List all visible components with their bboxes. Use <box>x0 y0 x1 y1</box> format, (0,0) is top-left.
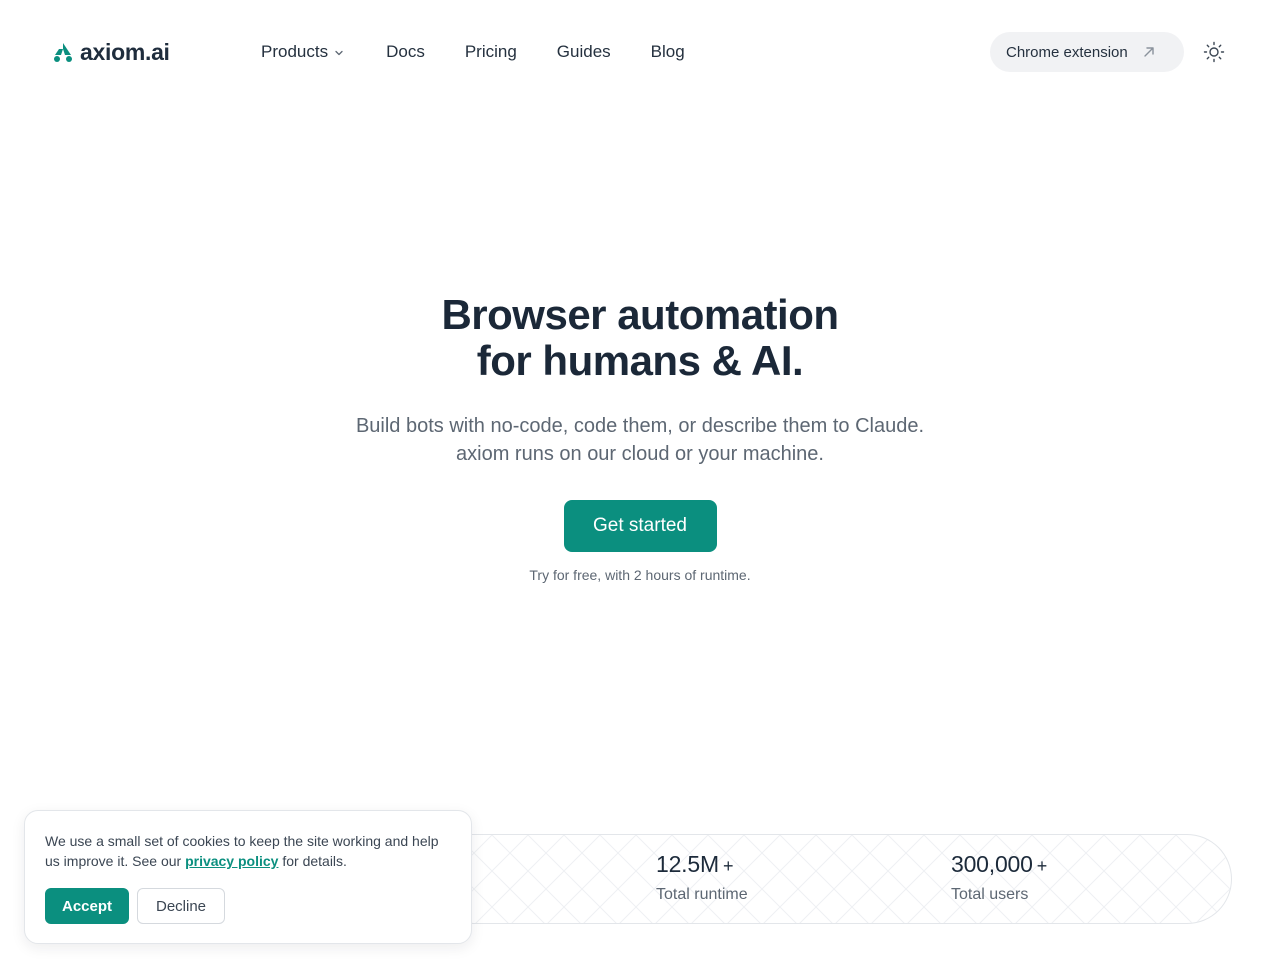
external-arrow-icon <box>1144 47 1154 57</box>
cta-note: Try for free, with 2 hours of runtime. <box>529 567 751 583</box>
axiom-logo-icon <box>54 43 72 62</box>
chrome-extension-label: Chrome extension <box>1006 43 1128 61</box>
nav-item-label: Products <box>261 42 329 61</box>
stats-bar: 12.5M + Total runtime 300,000 + Total user… <box>420 834 1232 924</box>
chrome-extension-button[interactable]: Chrome extension <box>990 32 1184 72</box>
stat-value: 300,000 <box>951 851 1033 877</box>
cookie-text-after: for details. <box>278 853 347 869</box>
nav-item-label: Pricing <box>464 42 517 61</box>
stat-value: 12.5M <box>656 851 719 877</box>
privacy-policy-link[interactable]: privacy policy <box>185 853 278 869</box>
decline-cookies-button[interactable]: Decline <box>137 888 225 924</box>
nav-item-blog[interactable]: Blog <box>651 42 685 62</box>
nav-item-guides[interactable]: Guides <box>557 42 611 62</box>
stats-background-pattern <box>420 835 1231 923</box>
nav-item-products[interactable]: Products <box>261 42 344 62</box>
hero-subtitle-line-2: axiom runs on our cloud or your machine. <box>456 443 824 465</box>
stat-total-users: 300,000 + Total users <box>951 851 1047 904</box>
nav-item-label: Blog <box>650 42 685 61</box>
site-header: axiom.ai Products Docs Pricing Guides Bl… <box>0 0 1280 104</box>
nav-item-label: Docs <box>386 42 425 61</box>
get-started-button[interactable]: Get started <box>563 500 717 552</box>
sun-icon <box>1203 41 1225 63</box>
nav-item-pricing[interactable]: Pricing <box>465 42 517 62</box>
logo-link[interactable]: axiom.ai <box>52 37 170 67</box>
stat-total-runtime: 12.5M + Total runtime <box>656 851 748 904</box>
stat-label: Total runtime <box>656 886 748 903</box>
page: axiom.ai Products Docs Pricing Guides Bl… <box>0 0 1280 960</box>
main-nav: Products Docs Pricing Guides Blog <box>261 38 725 66</box>
hero-subtitle-line-1: Build bots with no-code, code them, or d… <box>355 415 925 437</box>
cookie-banner: We use a small set of cookies to keep th… <box>24 810 472 944</box>
cookie-actions: Accept Decline <box>45 888 451 924</box>
nav-item-label: Guides <box>556 42 611 61</box>
stat-suffix: + <box>1036 856 1048 876</box>
theme-toggle[interactable] <box>1202 40 1226 64</box>
hero-title-line-1: Browser automation <box>441 291 839 338</box>
accept-cookies-button[interactable]: Accept <box>45 888 129 924</box>
hero-title: Browser automation for humans & AI. <box>240 292 1040 384</box>
stat-label: Total users <box>951 886 1029 903</box>
hero-title-line-2: for humans & AI. <box>476 337 804 384</box>
hero-subtitle: Build bots with no-code, code them, or d… <box>240 412 1040 468</box>
stat-suffix: + <box>722 856 734 876</box>
chevron-down-icon <box>335 50 343 56</box>
hero-section: Browser automation for humans & AI. Buil… <box>240 292 1040 584</box>
cookie-text: We use a small set of cookies to keep th… <box>45 831 451 871</box>
brand-name: axiom.ai <box>80 38 170 65</box>
nav-item-docs[interactable]: Docs <box>386 42 425 62</box>
